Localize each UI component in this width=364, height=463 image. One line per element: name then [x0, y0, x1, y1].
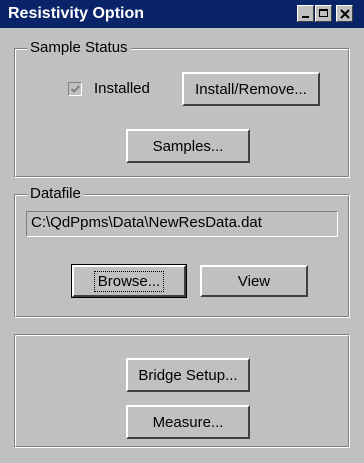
install-remove-button-label: Install/Remove... [195, 80, 307, 98]
bridge-setup-button[interactable]: Bridge Setup... [126, 358, 250, 392]
title-bar[interactable]: Resistivity Option [0, 0, 364, 28]
window-title: Resistivity Option [8, 5, 145, 22]
installed-label: Installed [94, 80, 150, 97]
view-button-label: View [237, 272, 271, 290]
view-button[interactable]: View [200, 265, 308, 297]
sample-status-label: Sample Status [27, 39, 131, 57]
minimize-icon[interactable] [297, 5, 314, 22]
resistivity-option-window: Resistivity Option Sample Status Install… [0, 0, 364, 463]
install-remove-button[interactable]: Install/Remove... [182, 72, 320, 106]
measure-button-label: Measure... [152, 413, 224, 431]
datafile-path-field[interactable]: C:\QdPpms\Data\NewResData.dat [26, 211, 338, 237]
datafile-label: Datafile [27, 185, 84, 203]
installed-checkbox[interactable] [68, 82, 82, 96]
samples-button-label: Samples... [152, 137, 224, 155]
maximize-icon[interactable] [315, 5, 332, 22]
measure-button[interactable]: Measure... [126, 405, 250, 439]
browse-button[interactable]: Browse... [71, 264, 187, 298]
close-icon[interactable] [336, 5, 353, 22]
samples-button[interactable]: Samples... [126, 129, 250, 163]
bridge-setup-button-label: Bridge Setup... [138, 366, 238, 384]
datafile-path-text: C:\QdPpms\Data\NewResData.dat [31, 214, 262, 231]
browse-button-label: Browse... [93, 270, 165, 292]
